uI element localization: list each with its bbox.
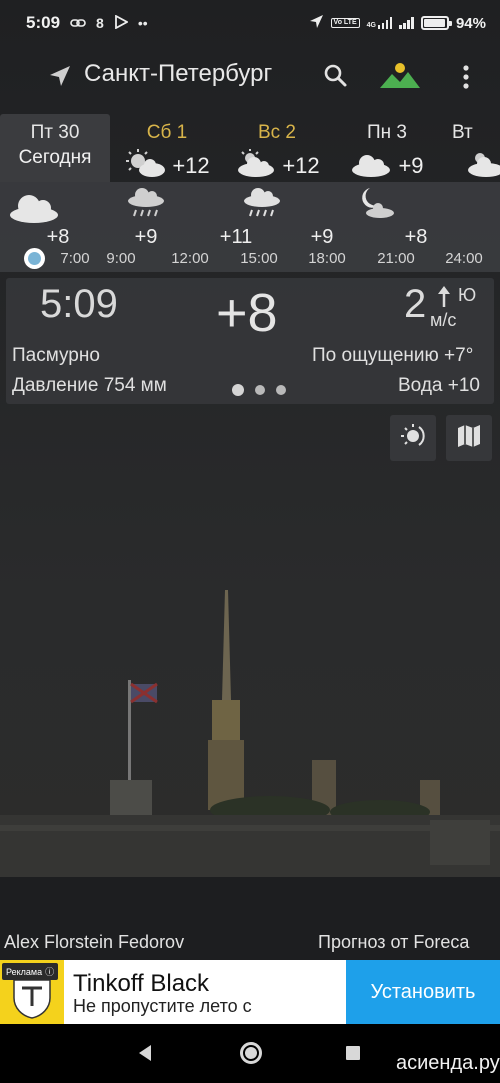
day-name: Вс 2 bbox=[257, 122, 297, 143]
clock: 5:09 bbox=[26, 13, 61, 32]
current-time-marker bbox=[24, 248, 45, 269]
map-icon bbox=[456, 423, 482, 454]
day-temp: +9 bbox=[398, 152, 424, 178]
moon-cloud-icon bbox=[356, 186, 396, 225]
sun-orbit-icon bbox=[399, 422, 427, 455]
status-bar: 5:09 8 •• Vo LTE 4G 94% bbox=[0, 0, 500, 46]
day-sub: Сегодня bbox=[18, 147, 92, 168]
ad-subtitle[interactable]: Не пропустите лето с bbox=[73, 996, 252, 1017]
home-icon[interactable] bbox=[240, 1042, 262, 1064]
cloud-icon bbox=[8, 190, 60, 229]
tab-day-4[interactable]: Вт bbox=[446, 114, 500, 182]
day-name: Вт bbox=[452, 122, 473, 143]
hour-temp: +11 bbox=[219, 226, 253, 248]
wind-direction: Ю bbox=[458, 285, 477, 305]
tab-day-1[interactable]: Сб 1 +12 bbox=[112, 114, 222, 182]
day-name: Пн 3 bbox=[367, 122, 407, 143]
back-icon[interactable] bbox=[136, 1044, 154, 1067]
hour-time: 24:00 bbox=[445, 250, 483, 267]
hour-temp: +8 bbox=[404, 226, 428, 248]
info-icon: ⓘ bbox=[45, 967, 55, 977]
hour-time: 9:00 bbox=[106, 250, 136, 267]
day-name: Пт 30 bbox=[30, 122, 80, 143]
link-icon bbox=[70, 15, 86, 31]
location-arrow-icon[interactable] bbox=[46, 62, 74, 90]
ad-label-text: Реклама bbox=[6, 966, 43, 977]
hour-time: 21:00 bbox=[377, 250, 415, 267]
day-temp: +12 bbox=[172, 152, 210, 178]
current-time: 5:09 bbox=[40, 282, 118, 326]
hour-temp: +9 bbox=[310, 226, 334, 248]
battery-fill bbox=[423, 19, 445, 27]
play-store-icon bbox=[114, 13, 129, 32]
tab-day-3[interactable]: Пн 3 +9 bbox=[332, 114, 442, 182]
location-icon bbox=[309, 14, 324, 33]
current-temperature: +8 bbox=[216, 283, 278, 343]
cloud-icon bbox=[350, 148, 392, 183]
rain-cloud-icon bbox=[126, 186, 166, 225]
signal-icon-2 bbox=[399, 17, 414, 29]
recents-icon[interactable] bbox=[346, 1046, 360, 1060]
page-dot bbox=[255, 385, 265, 395]
search-icon[interactable] bbox=[322, 62, 350, 90]
feels-like-text: По ощущению +7° bbox=[312, 345, 474, 366]
overflow-menu-icon[interactable] bbox=[455, 62, 477, 92]
notification-count: 8 bbox=[96, 15, 104, 31]
wind-arrow-icon bbox=[436, 286, 452, 308]
ad-label: Реклама ⓘ bbox=[2, 963, 59, 980]
signal-icon-1: 4G bbox=[367, 17, 393, 29]
photo-credit[interactable]: Alex Florstein Fedorov bbox=[4, 932, 184, 953]
battery-percent: 94% bbox=[455, 14, 486, 32]
day-name: Сб 1 bbox=[146, 122, 188, 143]
ad-title[interactable]: Tinkoff Black bbox=[73, 970, 209, 998]
battery-icon bbox=[420, 16, 452, 30]
map-button[interactable] bbox=[446, 415, 492, 461]
wind-speed: 2 bbox=[404, 282, 427, 326]
wind-unit: м/с bbox=[430, 310, 457, 330]
hour-time: 18:00 bbox=[308, 250, 346, 267]
page-dot-active bbox=[232, 384, 244, 396]
hour-temp: +9 bbox=[134, 226, 158, 248]
day-temp: +12 bbox=[282, 152, 320, 178]
pressure-text: Давление 754 мм bbox=[12, 375, 167, 396]
forecast-credit[interactable]: Прогноз от Foreca bbox=[318, 932, 469, 953]
watermark: асиенда.ру bbox=[396, 1052, 500, 1074]
day-tabs: Пт 30 Сегодня Сб 1 +12 Вс 2 +12 Пн 3 +9 bbox=[0, 114, 500, 182]
sun-cloud-icon bbox=[124, 148, 166, 183]
hour-time: 12:00 bbox=[171, 250, 209, 267]
cloud-sun-icon bbox=[234, 148, 276, 183]
city-title[interactable]: Санкт-Петербург bbox=[84, 60, 272, 88]
cloud-sun-icon bbox=[464, 148, 500, 182]
tab-day-2[interactable]: Вс 2 +12 bbox=[222, 114, 332, 182]
page-dot bbox=[276, 385, 286, 395]
sun-moon-button[interactable] bbox=[390, 415, 436, 461]
more-dots-icon: •• bbox=[137, 15, 148, 31]
volte-icon: Vo LTE bbox=[330, 18, 360, 28]
condition-text: Пасмурно bbox=[12, 345, 100, 366]
rain-cloud-icon bbox=[242, 186, 282, 225]
landscape-icon[interactable] bbox=[378, 58, 422, 92]
water-temp-text: Вода +10 bbox=[398, 375, 480, 396]
install-button[interactable]: Установить bbox=[346, 960, 500, 1024]
hour-temp: +8 bbox=[46, 226, 70, 248]
page-indicator[interactable] bbox=[232, 384, 286, 396]
hour-time: 15:00 bbox=[240, 250, 278, 267]
tab-day-0[interactable]: Пт 30 Сегодня bbox=[0, 114, 110, 182]
network-type: 4G bbox=[366, 22, 376, 29]
